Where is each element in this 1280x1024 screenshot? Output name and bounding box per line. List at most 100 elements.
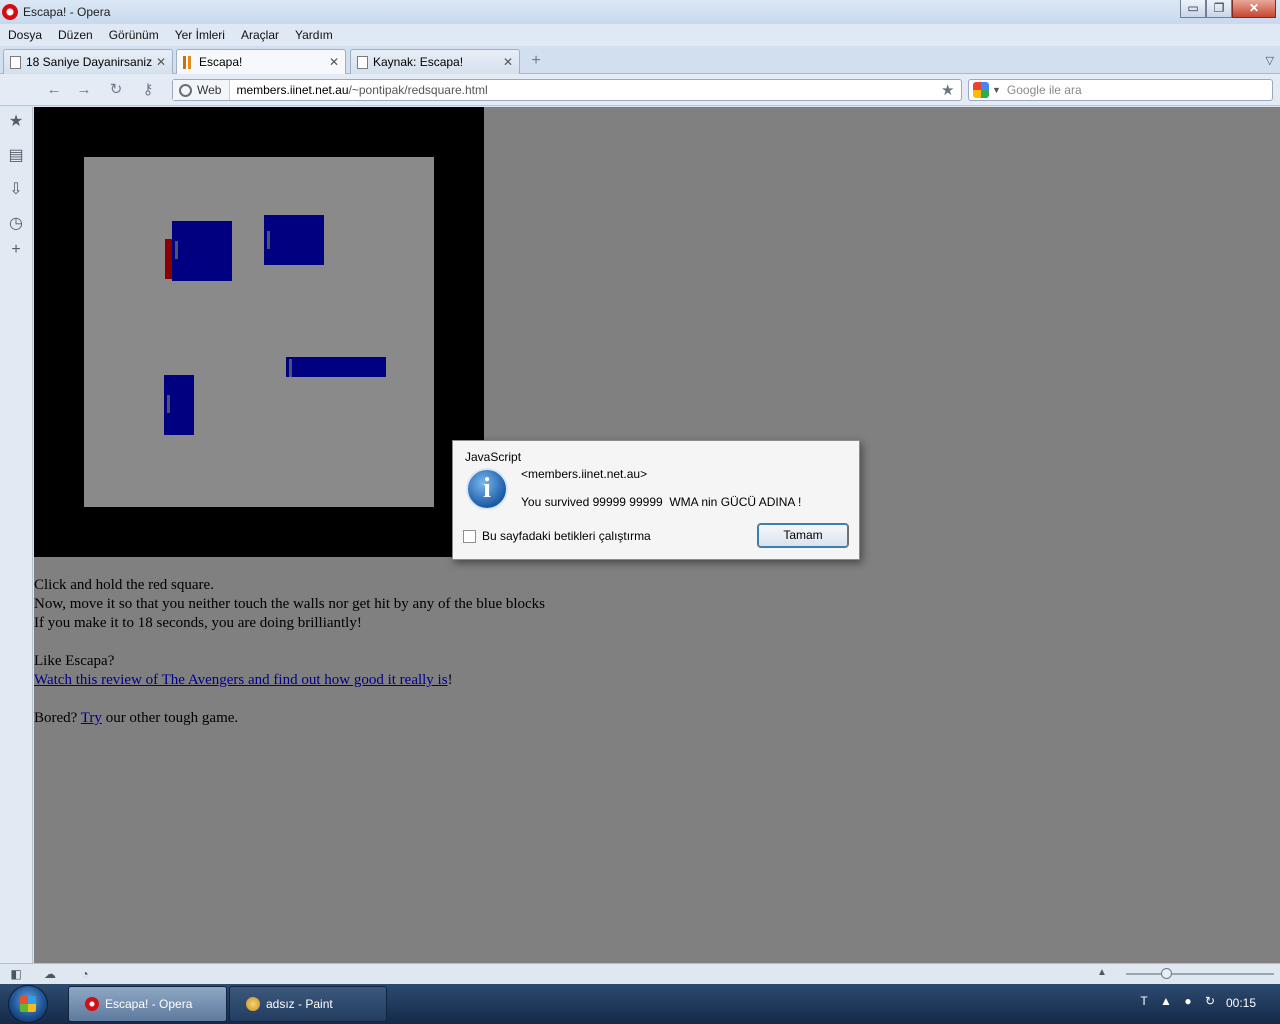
forward-icon[interactable]: → bbox=[74, 81, 94, 99]
side-panel: ★ ▤ ⇩ ◷ + bbox=[0, 107, 33, 963]
start-button[interactable] bbox=[8, 985, 48, 1023]
clock[interactable]: 00:15 bbox=[1226, 996, 1256, 1010]
search-engine-dropdown-icon[interactable]: ▼ bbox=[992, 85, 1001, 95]
windows-taskbar: Escapa! - Opera adsız - Paint T ▲ ● ↻ 00… bbox=[0, 984, 1280, 1024]
title-bar: Escapa! - Opera ▭ ❐ ✕ bbox=[0, 0, 1280, 24]
task-label: Escapa! - Opera bbox=[105, 997, 193, 1011]
address-toolbar: ← → ↻ ⚷ Web members.iinet.net.au/~pontip… bbox=[0, 74, 1280, 106]
tray-sync-icon[interactable]: ↻ bbox=[1202, 994, 1218, 1008]
instruction-line: Now, move it so that you neither touch t… bbox=[34, 596, 546, 612]
dialog-message: You survived 99999 99999 WMA nin GÜCÜ AD… bbox=[521, 495, 802, 509]
tab-close-icon[interactable]: ✕ bbox=[327, 55, 341, 69]
google-icon[interactable] bbox=[973, 82, 989, 98]
menu-araclar[interactable]: Araçlar bbox=[233, 28, 287, 42]
like-heading: Like Escapa? bbox=[34, 653, 115, 669]
status-bar: ◧ ☁ ◔ ▲ bbox=[0, 963, 1280, 984]
globe-icon bbox=[179, 83, 192, 97]
maximize-button[interactable]: ❐ bbox=[1206, 0, 1232, 18]
tab-escapa[interactable]: Escapa! ✕ bbox=[176, 49, 346, 74]
tab-kaynak-escapa[interactable]: Kaynak: Escapa! ✕ bbox=[350, 49, 520, 74]
search-placeholder: Google ile ara bbox=[1006, 83, 1082, 97]
tab-close-icon[interactable]: ✕ bbox=[501, 55, 515, 69]
blue-block bbox=[286, 357, 386, 377]
opera-logo-icon bbox=[2, 4, 18, 20]
instructions: Click and hold the red square. Now, move… bbox=[34, 576, 734, 728]
instruction-line: If you make it to 18 seconds, you are do… bbox=[34, 615, 362, 631]
zoom-toggle-icon[interactable]: ▲ bbox=[1097, 967, 1107, 978]
tab-bar: 18 Saniye Dayanirsaniz ... ✕ Escapa! ✕ K… bbox=[0, 46, 1280, 74]
tab-label: Escapa! bbox=[199, 55, 243, 69]
tab-18-saniye[interactable]: 18 Saniye Dayanirsaniz ... ✕ bbox=[3, 49, 173, 74]
escapa-favicon-icon bbox=[183, 55, 194, 69]
search-field[interactable]: ▼ Google ile ara bbox=[968, 79, 1273, 101]
try-link[interactable]: Try bbox=[81, 710, 102, 726]
language-indicator[interactable]: T bbox=[1136, 994, 1152, 1008]
page-icon bbox=[357, 55, 368, 69]
menu-yer-imleri[interactable]: Yer İmleri bbox=[167, 28, 233, 42]
review-suffix: ! bbox=[447, 672, 453, 688]
panel-toggle-icon[interactable]: ◧ bbox=[8, 966, 24, 982]
blue-block bbox=[172, 221, 232, 281]
key-icon[interactable]: ⚷ bbox=[138, 81, 158, 99]
bored-suffix: our other tough game. bbox=[101, 710, 239, 726]
window-controls: ▭ ❐ ✕ bbox=[1180, 0, 1276, 18]
windows-logo-icon bbox=[20, 996, 36, 1012]
zoom-slider-track[interactable] bbox=[1126, 973, 1274, 975]
downloads-panel-icon[interactable]: ⇩ bbox=[6, 180, 26, 200]
zoom-slider-thumb[interactable] bbox=[1161, 968, 1172, 979]
url-path: /~pontipak/redsquare.html bbox=[348, 83, 488, 97]
bookmark-star-icon[interactable]: ★ bbox=[941, 81, 961, 99]
review-link[interactable]: Watch this review of The Avengers and fi… bbox=[34, 672, 448, 688]
opera-unite-icon[interactable]: ☁ bbox=[42, 966, 58, 982]
blue-block bbox=[264, 215, 324, 265]
url-domain: members.iinet.net.au bbox=[236, 83, 349, 97]
menu-duzen[interactable]: Düzen bbox=[50, 28, 101, 42]
taskbar-item-paint[interactable]: adsız - Paint bbox=[229, 986, 387, 1022]
url-text[interactable]: members.iinet.net.au/~pontipak/redsquare… bbox=[236, 83, 941, 97]
menu-yardim[interactable]: Yardım bbox=[287, 28, 341, 42]
add-panel-icon[interactable]: + bbox=[6, 240, 26, 260]
reload-icon[interactable]: ↻ bbox=[106, 81, 126, 99]
tab-label: Kaynak: Escapa! bbox=[373, 55, 464, 69]
close-button[interactable]: ✕ bbox=[1232, 0, 1276, 18]
menu-gorunum[interactable]: Görünüm bbox=[101, 28, 167, 42]
show-hidden-icons-icon[interactable]: ▲ bbox=[1158, 994, 1174, 1008]
web-badge-label: Web bbox=[197, 83, 222, 97]
page-icon bbox=[10, 55, 21, 69]
system-tray: T ▲ ● ↻ bbox=[1136, 994, 1218, 1008]
new-tab-icon[interactable]: + bbox=[528, 53, 544, 69]
menu-dosya[interactable]: Dosya bbox=[0, 28, 50, 42]
tab-close-icon[interactable]: ✕ bbox=[154, 55, 168, 69]
menu-bar: Dosya Düzen Görünüm Yer İmleri Araçlar Y… bbox=[0, 24, 1280, 46]
bored-line: Bored? Try our other tough game. bbox=[34, 709, 734, 728]
instruction-line: Click and hold the red square. bbox=[34, 577, 214, 593]
checkbox-label: Bu sayfadaki betikleri çalıştırma bbox=[482, 529, 651, 543]
ok-button[interactable]: Tamam bbox=[757, 523, 849, 548]
tray-app-icon[interactable]: ● bbox=[1180, 994, 1196, 1008]
bookmarks-panel-icon[interactable]: ★ bbox=[6, 112, 26, 132]
task-label: adsız - Paint bbox=[266, 997, 333, 1011]
dialog-domain: <members.iinet.net.au> bbox=[521, 467, 648, 481]
checkbox-box[interactable] bbox=[463, 529, 476, 543]
tab-label: 18 Saniye Dayanirsaniz ... bbox=[26, 55, 154, 69]
disable-scripts-checkbox[interactable]: Bu sayfadaki betikleri çalıştırma bbox=[463, 529, 651, 543]
opera-icon bbox=[85, 997, 99, 1011]
blue-block bbox=[164, 375, 194, 435]
turbo-icon[interactable]: ◔ bbox=[77, 966, 93, 982]
back-icon[interactable]: ← bbox=[44, 81, 64, 99]
javascript-alert-dialog: JavaScript i <members.iinet.net.au> You … bbox=[452, 440, 860, 560]
tab-menu-chevron-icon[interactable]: ▽ bbox=[1266, 54, 1274, 67]
history-panel-icon[interactable]: ◷ bbox=[6, 214, 26, 234]
address-field[interactable]: Web members.iinet.net.au/~pontipak/redsq… bbox=[172, 79, 962, 101]
paint-icon bbox=[246, 997, 260, 1011]
review-line: Watch this review of The Avengers and fi… bbox=[34, 671, 734, 690]
dialog-title: JavaScript bbox=[465, 450, 522, 464]
game-arena-wall bbox=[34, 107, 484, 557]
notes-panel-icon[interactable]: ▤ bbox=[6, 146, 26, 166]
window-title: Escapa! - Opera bbox=[23, 5, 111, 19]
web-badge[interactable]: Web bbox=[173, 80, 231, 100]
minimize-button[interactable]: ▭ bbox=[1180, 0, 1206, 18]
taskbar-item-opera[interactable]: Escapa! - Opera bbox=[68, 986, 227, 1022]
